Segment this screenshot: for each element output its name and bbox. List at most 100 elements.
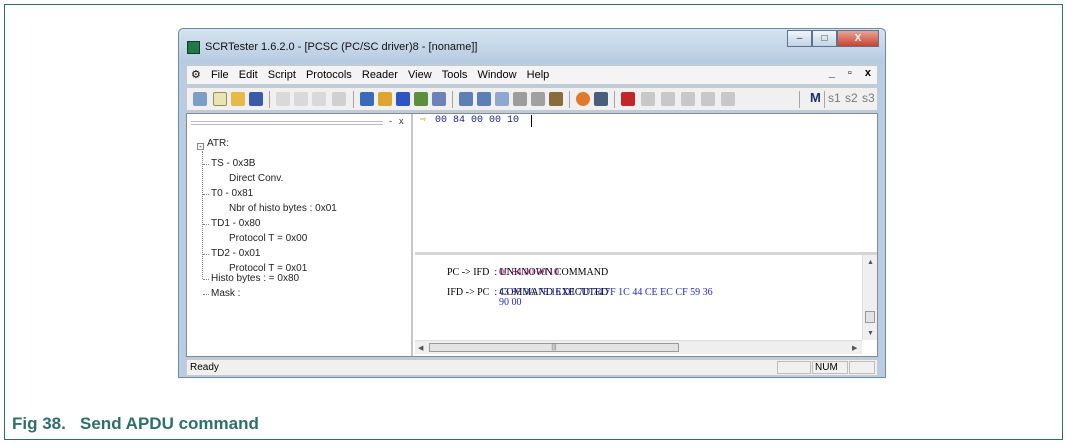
play-4-icon[interactable]: [701, 92, 715, 106]
request-icon[interactable]: [432, 92, 446, 106]
toolbar-separator: [452, 91, 453, 108]
tree-guide: [203, 254, 209, 255]
tree-item-t0[interactable]: T0 - 0x81: [211, 188, 253, 199]
step-over-icon[interactable]: [477, 92, 491, 106]
table-icon[interactable]: [594, 92, 608, 106]
command-text[interactable]: 00 84 00 00 10: [435, 115, 519, 126]
tree-grip[interactable]: [191, 121, 383, 125]
tree-item-td1[interactable]: TD1 - 0x80: [211, 218, 260, 229]
debug-icon[interactable]: [549, 92, 563, 106]
log-horizontal-scrollbar[interactable]: ◀ ||| ▶: [415, 340, 862, 354]
tree-item-histo-count[interactable]: Nbr of histo bytes : 0x01: [229, 203, 337, 214]
scroll-thumb[interactable]: [865, 311, 875, 323]
scroll-up-icon[interactable]: ▲: [867, 257, 874, 267]
atr-tree-pane: - x - ATR: TS - 0x3B Direct Conv. T0 - 0…: [187, 114, 413, 356]
scroll-right-icon[interactable]: ▶: [852, 344, 857, 352]
pen-icon[interactable]: [621, 92, 635, 106]
tree-guide: [203, 294, 209, 295]
clock-icon[interactable]: [576, 92, 590, 106]
menu-window[interactable]: Window: [477, 66, 516, 84]
mdi-restore-button[interactable]: ▫: [848, 67, 854, 79]
tree-item-histo-bytes[interactable]: Histo bytes : = 0x80: [211, 273, 299, 284]
maximize-button[interactable]: □: [812, 30, 837, 47]
connect-icon[interactable]: [193, 92, 207, 106]
print-icon[interactable]: [332, 92, 346, 106]
open-folder-icon[interactable]: [231, 92, 245, 106]
hand-icon[interactable]: [513, 92, 527, 106]
send-icon[interactable]: [378, 92, 392, 106]
log-apdu-response: 43 95 9A 75 16 D1 7D 74 7F 1C 44 CE EC C…: [499, 287, 713, 298]
menu-script[interactable]: Script: [268, 66, 296, 84]
copy-icon[interactable]: [294, 92, 308, 106]
mdi-controls: _ ▫ x: [823, 67, 873, 79]
log-vertical-scrollbar[interactable]: ▲ ▼: [862, 255, 877, 340]
log-direction: PC -> IFD :: [447, 267, 498, 278]
menu-edit[interactable]: Edit: [239, 66, 258, 84]
tree-item-td2[interactable]: TD2 - 0x01: [211, 248, 260, 259]
minimize-button[interactable]: –: [787, 30, 812, 47]
num-lock-indicator: NUM: [815, 362, 838, 373]
tree-item-direct-conv[interactable]: Direct Conv.: [229, 173, 283, 184]
erase-icon[interactable]: [396, 92, 410, 106]
tree-item-ts[interactable]: TS - 0x3B: [211, 158, 255, 169]
slot-s2-button[interactable]: s2: [845, 91, 858, 105]
text-caret: [531, 115, 532, 127]
close-button[interactable]: X: [837, 30, 879, 47]
save-icon[interactable]: [249, 92, 263, 106]
status-text: Ready: [190, 362, 219, 373]
log-status-word: 90 00: [499, 297, 522, 308]
toolbar-separator: [614, 91, 615, 108]
toolbar-separator: [824, 91, 825, 108]
menu-app-icon[interactable]: ⚙: [191, 66, 201, 84]
mdi-close-button[interactable]: x: [865, 67, 873, 79]
status-cell: [777, 361, 811, 374]
tree-item-atr[interactable]: ATR:: [207, 138, 229, 149]
new-icon[interactable]: [213, 92, 227, 106]
toolbar-separator: [799, 91, 800, 108]
play-3-icon[interactable]: [681, 92, 695, 106]
size-grip[interactable]: [849, 361, 875, 374]
slot-s3-button[interactable]: s3: [862, 91, 875, 105]
scroll-thumb[interactable]: |||: [429, 343, 679, 352]
app-icon: [187, 41, 200, 54]
log-apdu-command: 00 84 00 00 10: [499, 267, 559, 278]
title-bar[interactable]: SCRTester 1.6.2.0 - [PCSC (PC/SC driver)…: [179, 29, 885, 63]
menu-file[interactable]: File: [211, 66, 229, 84]
toolbar-separator: [269, 91, 270, 108]
current-line-arrow-icon: ⇨: [420, 115, 427, 126]
scroll-down-icon[interactable]: ▼: [867, 328, 874, 338]
reset-icon[interactable]: [360, 92, 374, 106]
log-pane: PC -> IFD : UNKNOWN COMMAND 00 84 00 00 …: [415, 255, 877, 340]
slot-s1-button[interactable]: s1: [828, 91, 841, 105]
menu-protocols[interactable]: Protocols: [306, 66, 352, 84]
tree-pane-header: - x: [187, 114, 411, 128]
log-direction: IFD -> PC :: [447, 287, 498, 298]
tree-guide: [203, 224, 209, 225]
app-window: SCRTester 1.6.2.0 - [PCSC (PC/SC driver)…: [178, 28, 886, 378]
run-icon[interactable]: [495, 92, 509, 106]
paste-icon[interactable]: [312, 92, 326, 106]
tree-guide: [203, 279, 209, 280]
play-2-icon[interactable]: [661, 92, 675, 106]
mdi-minimize-button[interactable]: _: [829, 67, 837, 79]
menu-reader[interactable]: Reader: [362, 66, 398, 84]
stop-icon[interactable]: [531, 92, 545, 106]
tree-item-protocol-t0[interactable]: Protocol T = 0x00: [229, 233, 307, 244]
cut-icon[interactable]: [276, 92, 290, 106]
tree-expander[interactable]: -: [197, 143, 204, 151]
tree-close-button[interactable]: x: [399, 116, 404, 126]
play-5-icon[interactable]: [721, 92, 735, 106]
menu-help[interactable]: Help: [527, 66, 550, 84]
menu-view[interactable]: View: [408, 66, 432, 84]
scroll-left-icon[interactable]: ◀: [418, 344, 423, 352]
menu-tools[interactable]: Tools: [442, 66, 468, 84]
grid-icon[interactable]: [414, 92, 428, 106]
macro-button[interactable]: M: [810, 90, 821, 105]
tree-item-mask[interactable]: Mask :: [211, 288, 240, 299]
caption-buttons: – □ X: [787, 30, 879, 47]
tree-minimize-button[interactable]: -: [389, 116, 392, 126]
tree-guide: [202, 151, 203, 279]
play-1-icon[interactable]: [641, 92, 655, 106]
step-icon[interactable]: [459, 92, 473, 106]
command-editor[interactable]: ⇨ 00 84 00 00 10: [415, 114, 877, 252]
